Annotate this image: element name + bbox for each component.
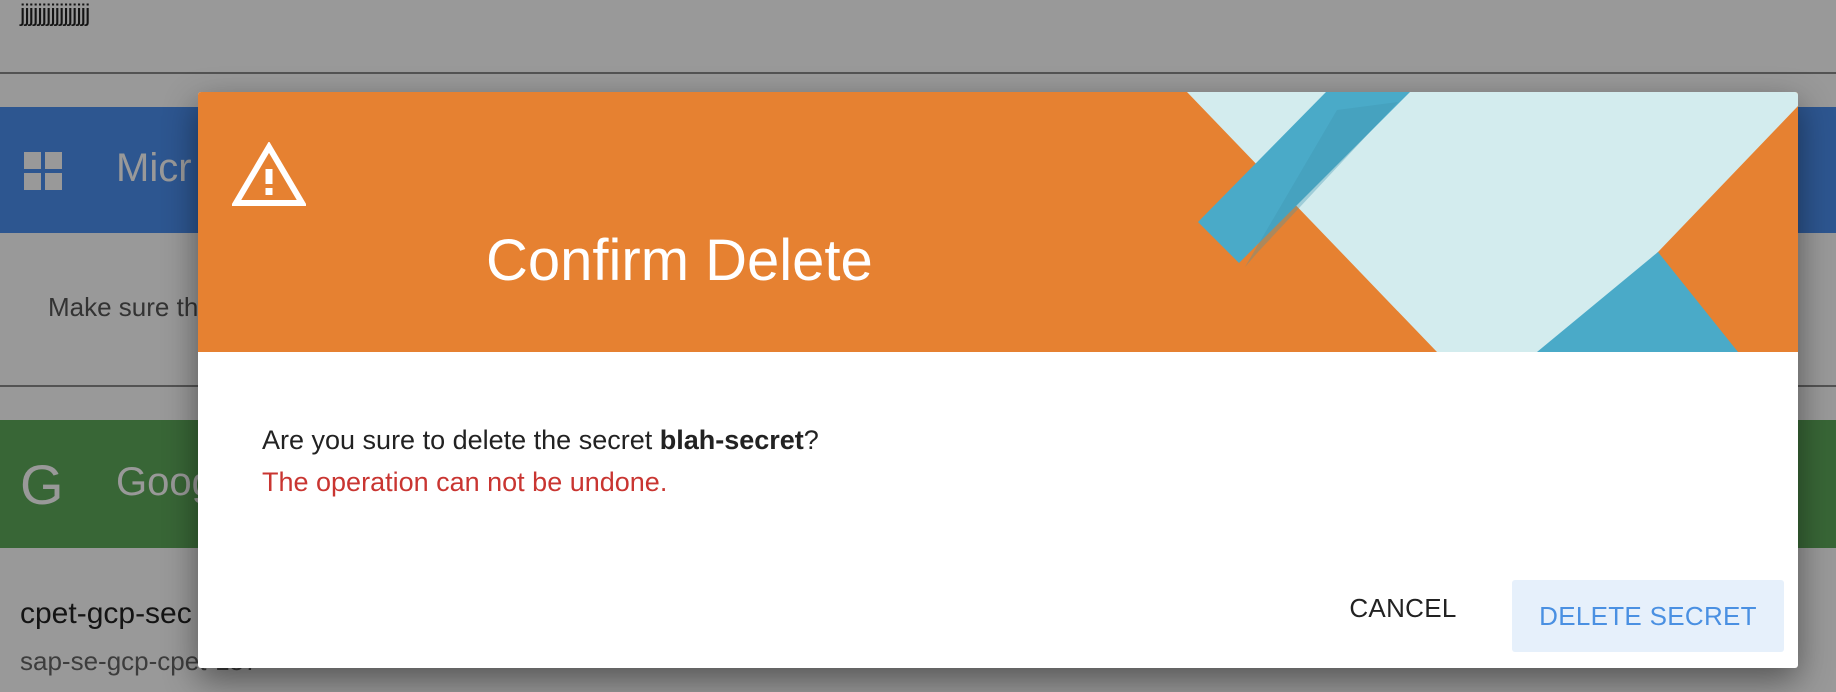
cancel-button[interactable]: CANCEL xyxy=(1333,580,1473,636)
delete-secret-button[interactable]: DELETE SECRET xyxy=(1512,580,1784,652)
undo-warning: The operation can not be undone. xyxy=(262,467,668,497)
header-decoration xyxy=(1187,92,1798,352)
warning-triangle-icon xyxy=(232,142,306,206)
confirm-message: Are you sure to delete the secret blah-s… xyxy=(262,419,819,461)
confirm-delete-dialog: Confirm Delete Are you sure to delete th… xyxy=(198,92,1798,668)
dialog-title: Confirm Delete xyxy=(486,228,873,293)
dialog-body: Are you sure to delete the secret blah-s… xyxy=(262,419,819,503)
secret-name: blah-secret xyxy=(659,425,804,455)
confirm-message-prefix: Are you sure to delete the secret xyxy=(262,425,660,455)
dialog-header: Confirm Delete xyxy=(198,92,1798,352)
confirm-message-suffix: ? xyxy=(803,425,819,455)
